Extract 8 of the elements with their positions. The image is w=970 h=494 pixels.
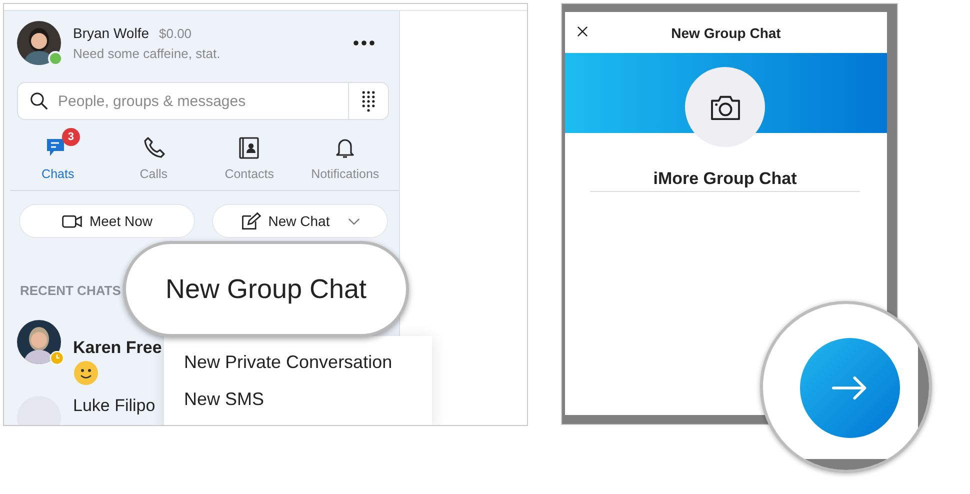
mood-message: Need some caffeine, stat.	[73, 46, 222, 61]
dialog-title: New Group Chat	[670, 24, 782, 40]
count-badge: 3	[62, 128, 80, 146]
contact-name: Karen Free	[73, 338, 162, 358]
user-name: Bryan Wolfe	[73, 25, 149, 41]
section-heading: RECENT CHATS	[20, 283, 120, 298]
contact-name: Luke Filipo	[73, 396, 156, 416]
balance-text: $0.00	[159, 26, 192, 41]
